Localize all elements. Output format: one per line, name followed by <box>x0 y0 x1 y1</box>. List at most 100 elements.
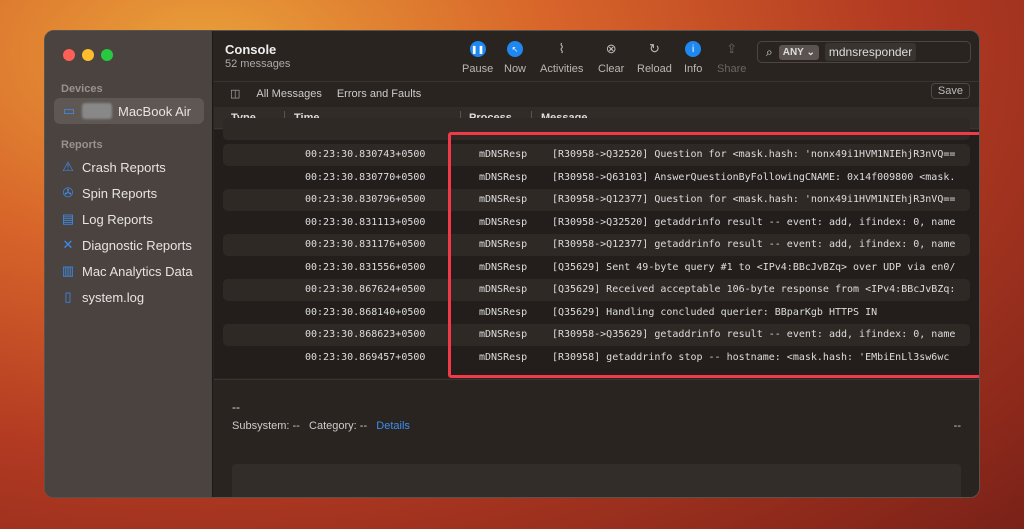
cell-process: mDNSResp <box>479 194 528 205</box>
cell-process: mDNSResp <box>479 306 528 318</box>
pause-icon: ❚❚ <box>469 41 486 57</box>
cell-process: mDNSResp <box>479 216 528 228</box>
sidebar-item-label: Spin Reports <box>82 185 158 201</box>
cell-message: [R30958->Q35629] getaddrinfo result -- e… <box>552 329 956 340</box>
sidebar-item-label: Log Reports <box>82 211 153 227</box>
close-button[interactable] <box>63 49 75 61</box>
cell-message: [Q35629] Sent 49-byte query #1 to <IPv4:… <box>552 261 956 273</box>
activities-icon: ⌇ <box>558 41 565 56</box>
file-icon: ▯ <box>64 289 72 304</box>
table-row[interactable] <box>223 118 970 140</box>
cell-time: 00:23:30.869457+0500 <box>305 351 426 363</box>
cell-message: [Q35629] Handling concluded querier: BBp… <box>552 306 878 318</box>
table-row[interactable]: 00:23:30.867624+0500 mDNSResp [Q35629] Rec… <box>223 279 970 301</box>
search-scope-dropdown[interactable]: ANY ⌄ <box>778 44 819 60</box>
save-button[interactable]: Save <box>930 83 970 99</box>
cell-message: [R30958->Q32520] getaddrinfo result -- e… <box>552 216 956 228</box>
zoom-button[interactable] <box>101 49 113 61</box>
cell-time: 00:23:30.868140+0500 <box>305 306 426 318</box>
cell-time: 00:23:30.868623+0500 <box>305 329 426 340</box>
cell-time: 00:23:30.867624+0500 <box>305 284 426 295</box>
cell-message: [R30958->Q32520] Question for <mask.hash… <box>552 149 956 160</box>
sidebar-item-label: Diagnostic Reports <box>82 237 192 253</box>
cell-time: 00:23:30.830796+0500 <box>305 194 426 205</box>
share-icon: ⇪ <box>726 41 738 56</box>
clear-label: Clear <box>598 63 625 75</box>
main-pane: Console 52 messages ❚❚ Pause ↖ Now ⌇ Activi… <box>214 31 979 497</box>
detail-message-area <box>232 464 961 497</box>
cell-time: 00:23:30.830770+0500 <box>305 171 426 183</box>
reload-icon: ↻ <box>648 41 660 56</box>
cell-process: mDNSResp <box>479 261 528 273</box>
sidebar-item-diagnostic-reports[interactable]: ✕ Diagnostic Reports <box>61 237 192 253</box>
cell-process: mDNSResp <box>479 239 528 250</box>
sidebar-item-spin-reports[interactable]: ✇ Spin Reports <box>61 185 158 201</box>
sidebar-item-label: Mac Analytics Data <box>82 263 193 279</box>
cell-process: mDNSResp <box>479 149 528 160</box>
reload-label: Reload <box>637 63 672 75</box>
search-token[interactable]: mdnsresponder <box>824 43 917 61</box>
sidebar-item-label: system.log <box>82 289 145 305</box>
cell-message: [R30958->Q12377] getaddrinfo result -- e… <box>552 239 956 250</box>
table-row[interactable]: 00:23:30.830770+0500 mDNSResp [R30958->Q63… <box>223 167 970 189</box>
detail-title: -- <box>232 400 240 414</box>
sidebar-item-device[interactable]: ▭ MacBook Air <box>54 98 204 124</box>
search-field[interactable]: ⌕ ANY ⌄ mdnsresponder <box>757 41 971 63</box>
cell-process: mDNSResp <box>479 171 528 183</box>
share-label: Share <box>717 63 747 75</box>
pause-label: Pause <box>462 63 494 75</box>
table-row[interactable]: 00:23:30.868140+0500 mDNSResp [Q35629] Han… <box>223 302 970 324</box>
minimize-button[interactable] <box>82 49 94 61</box>
document-icon: ▤ <box>61 211 75 226</box>
detail-category: Category: -- <box>309 420 368 432</box>
spin-icon: ✇ <box>62 185 74 200</box>
search-icon: ⌕ <box>766 44 773 59</box>
filter-all-messages[interactable]: All Messages <box>256 88 321 100</box>
table-row[interactable]: 00:23:30.830796+0500 mDNSResp [R30958->Q12… <box>223 189 970 211</box>
table-row[interactable]: 00:23:30.831176+0500 mDNSResp [R30958->Q12… <box>223 234 970 256</box>
arrow-up-left-icon: ↖ <box>507 41 523 57</box>
cell-time: 00:23:30.830743+0500 <box>305 149 426 160</box>
message-count: 52 messages <box>225 58 291 70</box>
sidebar-toggle-icon[interactable]: ◫ <box>230 87 240 100</box>
table-row[interactable]: 00:23:30.830743+0500 mDNSResp [R30958->Q32… <box>223 144 970 166</box>
details-link[interactable]: Details <box>376 420 410 432</box>
warning-icon: ⚠ <box>62 159 74 174</box>
window-title: Console <box>225 42 277 57</box>
pause-button[interactable]: ❚❚ Pause <box>462 41 493 75</box>
sidebar-item-crash-reports[interactable]: ⚠ Crash Reports <box>61 159 166 175</box>
info-label: Info <box>684 63 703 75</box>
cell-process: mDNSResp <box>479 284 528 295</box>
chart-icon: ▥ <box>61 263 75 278</box>
scope-label: ANY <box>782 46 804 58</box>
filter-errors-faults[interactable]: Errors and Faults <box>337 88 421 100</box>
console-window: Devices ▭ MacBook Air Reports ⚠ Crash Rep… <box>44 30 980 498</box>
detail-subsystem: Subsystem: -- <box>232 420 300 432</box>
sidebar-item-system-log[interactable]: ▯ system.log <box>61 289 144 305</box>
clear-button[interactable]: ⊗ Clear <box>598 41 624 75</box>
laptop-icon: ▭ <box>62 103 76 118</box>
table-row[interactable]: 00:23:30.868623+0500 mDNSResp [R30958->Q35… <box>223 324 970 346</box>
activities-button[interactable]: ⌇ Activities <box>540 41 583 75</box>
table-row[interactable]: 00:23:30.831556+0500 mDNSResp [Q35629] Sen… <box>223 257 970 279</box>
cell-time: 00:23:30.831556+0500 <box>305 261 426 273</box>
sidebar-item-log-reports[interactable]: ▤ Log Reports <box>61 211 153 227</box>
devices-heading: Devices <box>61 83 103 95</box>
now-button[interactable]: ↖ Now <box>504 41 526 75</box>
reload-button[interactable]: ↻ Reload <box>637 41 672 75</box>
sidebar-item-mac-analytics[interactable]: ▥ Mac Analytics Data <box>61 263 193 279</box>
cell-process: mDNSResp <box>479 351 528 363</box>
detail-panel: -- Subsystem: -- Category: -- Details -- <box>214 379 979 497</box>
info-button[interactable]: i Info <box>684 41 702 75</box>
cell-time: 00:23:30.831113+0500 <box>305 216 426 228</box>
cell-message: [R30958->Q12377] Question for <mask.hash… <box>552 194 956 205</box>
redacted-name <box>82 103 112 119</box>
table-row[interactable]: 00:23:30.831113+0500 mDNSResp [R30958->Q32… <box>223 212 970 234</box>
cell-process: mDNSResp <box>479 329 528 340</box>
now-label: Now <box>504 63 527 75</box>
table-row[interactable]: 00:23:30.869457+0500 mDNSResp [R30958] get… <box>223 347 970 369</box>
cell-message: [R30958] getaddrinfo stop -- hostname: <… <box>552 351 950 363</box>
cell-time: 00:23:30.831176+0500 <box>305 239 426 250</box>
tools-icon: ✕ <box>62 237 74 252</box>
share-button[interactable]: ⇪ Share <box>717 41 746 75</box>
